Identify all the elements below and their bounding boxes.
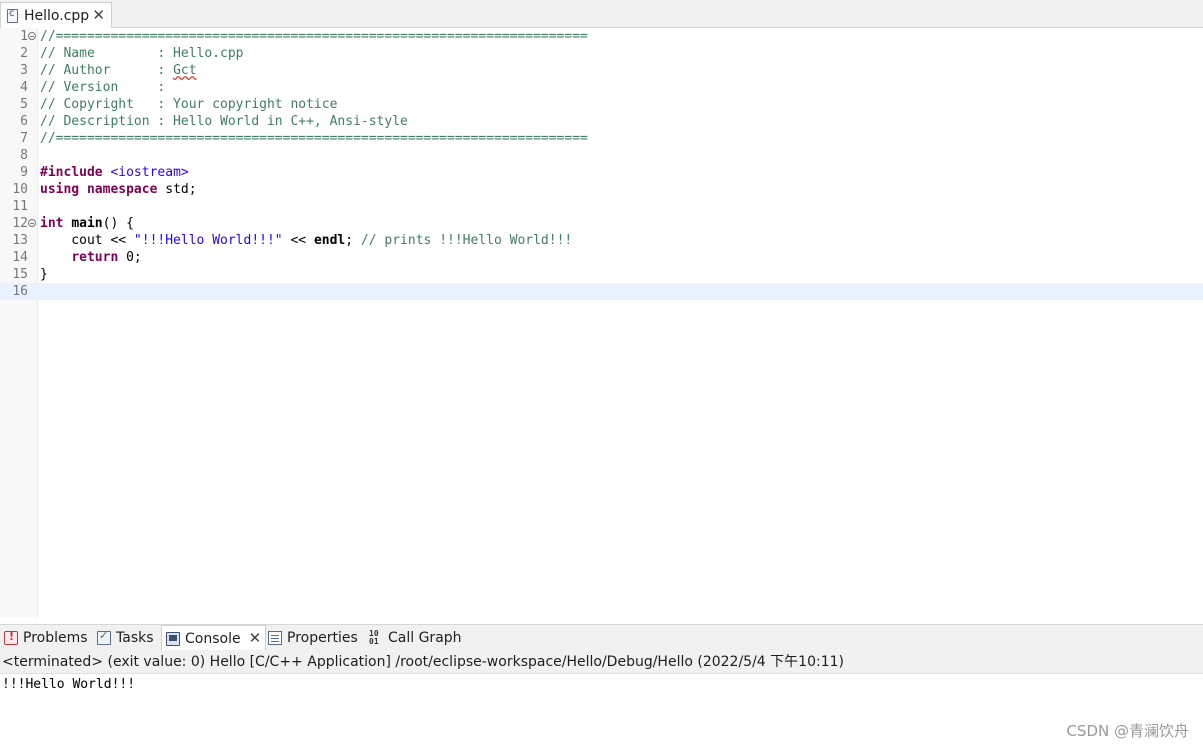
keyword: using — [40, 182, 80, 197]
code-line: 3 // Author : Gct — [0, 62, 1203, 79]
code-editor[interactable]: 1 //====================================… — [0, 28, 1203, 618]
console-output[interactable]: !!!Hello World!!! — [2, 676, 135, 693]
problems-icon — [4, 630, 18, 645]
code-line: 8 — [0, 147, 1203, 164]
code-line: 4 // Version : — [0, 79, 1203, 96]
code-line: 5 // Copyright : Your copyright notice — [0, 96, 1203, 113]
tab-tasks[interactable]: Tasks — [93, 625, 158, 651]
line-number: 9 — [20, 165, 28, 180]
line-number: 1 — [20, 29, 28, 44]
editor-tab-label: Hello.cpp — [24, 7, 90, 24]
endl-token: endl — [313, 233, 346, 248]
tasks-icon — [97, 629, 111, 645]
line-number: 6 — [20, 114, 28, 129]
close-icon[interactable]: ✕ — [92, 8, 105, 23]
code-line: 6 // Description : Hello World in C++, A… — [0, 113, 1203, 130]
tab-label: Call Graph — [388, 630, 462, 646]
console-icon — [166, 631, 180, 646]
line-number: 13 — [12, 233, 28, 248]
tab-console[interactable]: Console ✕ — [161, 625, 267, 651]
code-comment: // Author : Gct — [40, 62, 197, 79]
return-statement: return 0; — [40, 249, 142, 266]
code-comment: // Name : Hello.cpp — [40, 46, 244, 61]
line-number: 15 — [12, 267, 28, 282]
author-prefix: // Author : — [40, 63, 174, 78]
code-comment: //======================================… — [40, 131, 588, 146]
call-graph-icon — [369, 630, 383, 645]
code-line: 12 int main() { — [0, 215, 1203, 232]
code-token: ; — [345, 233, 361, 248]
code-line: 1 //====================================… — [0, 28, 1203, 45]
code-token: 0; — [118, 250, 142, 265]
code-line: 14 return 0; — [0, 249, 1203, 266]
closing-brace: } — [40, 267, 48, 282]
line-number: 4 — [20, 80, 28, 95]
tab-label: Console — [185, 630, 241, 647]
fold-collapse-icon[interactable] — [28, 32, 36, 40]
tab-label: Problems — [23, 630, 88, 646]
properties-icon — [268, 631, 282, 645]
tab-properties[interactable]: Properties — [264, 625, 362, 651]
code-line: 7 //====================================… — [0, 130, 1203, 147]
line-number: 12 — [12, 216, 28, 231]
editor-tab-hello-cpp[interactable]: Hello.cpp ✕ — [0, 2, 112, 28]
line-number: 11 — [12, 199, 28, 214]
code-line: 13 cout << "!!!Hello World!!!" << endl; … — [0, 232, 1203, 249]
code-line: 9 #include <iostream> — [0, 164, 1203, 181]
author-name: Gct — [173, 63, 197, 78]
line-number: 3 — [20, 63, 28, 78]
using-statement: using namespace std; — [40, 181, 197, 198]
keyword: int — [40, 216, 64, 231]
include-directive: #include <iostream> — [40, 164, 189, 181]
code-token: () { — [102, 216, 134, 231]
fold-collapse-icon[interactable] — [28, 219, 36, 227]
line-number: 8 — [20, 148, 28, 163]
function-name: main — [71, 216, 103, 231]
close-icon[interactable]: ✕ — [249, 631, 262, 646]
code-comment: // prints !!!Hello World!!! — [360, 233, 573, 248]
include-header: <iostream> — [102, 165, 189, 180]
current-line: 16 — [0, 283, 1203, 300]
keyword: namespace — [86, 182, 158, 197]
keyword: #include — [40, 165, 103, 180]
code-line: 2 // Name : Hello.cpp — [0, 45, 1203, 62]
views-tab-bar: Problems Tasks Console ✕ Properties Call… — [0, 624, 1203, 651]
code-line: 15 } — [0, 266, 1203, 283]
code-comment: // Description : Hello World in C++, Ans… — [40, 114, 408, 129]
string-literal: "!!!Hello World!!!" — [133, 233, 283, 248]
line-number: 7 — [20, 131, 28, 146]
editor-tab-bar: Hello.cpp ✕ — [0, 0, 1203, 28]
line-number: 16 — [12, 284, 28, 299]
tab-call-graph[interactable]: Call Graph — [365, 625, 466, 651]
console-status-line: <terminated> (exit value: 0) Hello [C/C+… — [0, 650, 1203, 674]
code-token: cout << — [40, 233, 134, 248]
line-number: 14 — [12, 250, 28, 265]
cout-statement: cout << "!!!Hello World!!!" << endl; // … — [40, 232, 572, 249]
tab-label: Properties — [287, 630, 358, 646]
code-comment: // Copyright : Your copyright notice — [40, 97, 338, 112]
code-comment: //======================================… — [40, 29, 588, 44]
code-token: << — [282, 233, 314, 248]
code-token: std; — [157, 182, 197, 197]
line-number: 2 — [20, 46, 28, 61]
code-line: 10 using namespace std; — [0, 181, 1203, 198]
tab-label: Tasks — [116, 630, 154, 646]
cpp-file-icon — [7, 8, 18, 23]
code-comment: // Version : — [40, 80, 166, 95]
line-number: 10 — [12, 182, 28, 197]
function-signature: int main() { — [40, 215, 134, 232]
watermark: CSDN @青澜饮舟 — [1066, 722, 1189, 740]
line-number: 5 — [20, 97, 28, 112]
keyword: return — [71, 250, 119, 265]
tab-problems[interactable]: Problems — [0, 625, 92, 651]
code-line: 11 — [0, 198, 1203, 215]
